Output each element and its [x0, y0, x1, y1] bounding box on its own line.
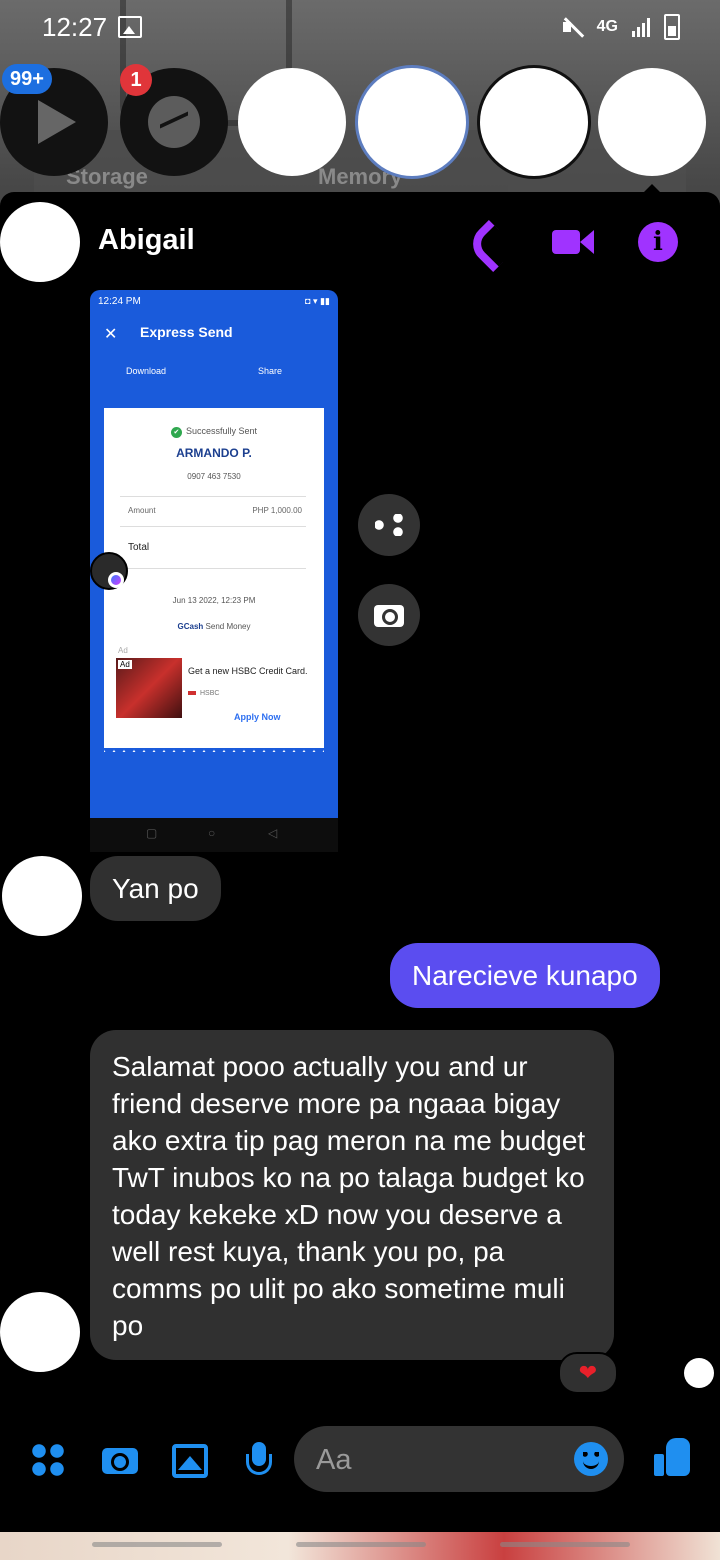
recents-icon: ▢: [146, 826, 158, 840]
chat-head-contact-2[interactable]: [358, 68, 466, 176]
contact-avatar[interactable]: [0, 1292, 80, 1372]
contact-name[interactable]: Abigail: [98, 224, 195, 257]
battery-charging-icon: [664, 14, 680, 40]
message-bubble-incoming[interactable]: Salamat pooo actually you and ur friend …: [90, 1030, 614, 1360]
screenshot-status-time: 12:24 PM: [98, 296, 141, 307]
home-screen-edge: [0, 1532, 720, 1560]
video-camera-icon[interactable]: [552, 222, 594, 262]
contact-avatar[interactable]: [0, 202, 80, 282]
gesture-bar: [92, 1542, 222, 1547]
status-icons: 4G: [561, 14, 680, 40]
recipient-number: 0907 463 7530: [187, 472, 241, 481]
share-icon[interactable]: [358, 494, 420, 556]
screenshot-title: Express Send: [140, 324, 233, 340]
message-bubble-outgoing[interactable]: Narecieve kunapo: [390, 943, 660, 1008]
close-icon: ✕: [104, 326, 118, 343]
back-icon: ◁: [268, 826, 278, 840]
chat-head-contact-abigail[interactable]: [598, 68, 706, 176]
screenshot-status-icons: ◘ ▾ ▮▮: [305, 296, 330, 306]
heart-reaction[interactable]: ❤: [558, 1352, 618, 1394]
unread-badge: 1: [120, 64, 152, 96]
divider: [120, 568, 306, 569]
camera-icon[interactable]: [358, 584, 420, 646]
gallery-notification-icon: [118, 16, 142, 38]
gesture-bar: [500, 1542, 630, 1547]
seen-indicator-avatar: [684, 1358, 714, 1388]
transaction-receipt: Successfully Sent ARMANDO P. 0907 463 75…: [104, 408, 324, 758]
messenger-icon: [148, 96, 200, 148]
ad-tag: Ad: [118, 660, 132, 669]
divider: [120, 526, 306, 527]
ad-label: Ad: [118, 646, 128, 655]
receipt-edge: [104, 748, 324, 758]
message-input[interactable]: [314, 1438, 558, 1482]
message-composer[interactable]: [294, 1426, 624, 1492]
thumbs-up-icon[interactable]: [654, 1438, 694, 1478]
gcash-brand: GCash: [177, 622, 204, 631]
status-bar: 12:27 4G: [0, 0, 720, 56]
messenger-badge-icon: [108, 572, 124, 588]
divider: [120, 496, 306, 497]
transaction-datetime: Jun 13 2022, 12:23 PM: [172, 596, 256, 605]
phone-icon[interactable]: [470, 222, 510, 262]
total-label: Total: [128, 542, 150, 553]
recipient-name: ARMANDO P.: [176, 446, 252, 460]
screenshot-nav-bar: ▢ ○ ◁: [90, 818, 338, 852]
gesture-bar: [296, 1542, 426, 1547]
ad-title: Get a new HSBC Credit Card.: [188, 666, 308, 676]
success-status: Successfully Sent: [104, 426, 324, 438]
chat-head-contact-1[interactable]: [238, 68, 346, 176]
microphone-icon[interactable]: [240, 1440, 280, 1480]
download-label: Download: [126, 366, 167, 376]
service-text: Send Money: [205, 622, 251, 631]
status-time: 12:27: [42, 12, 108, 42]
amount-value: PHP 1,000.00: [252, 506, 302, 515]
mute-icon: [561, 16, 583, 38]
info-icon[interactable]: i: [638, 222, 678, 262]
ad-cta: Apply Now: [234, 712, 281, 722]
ad-brand: HSBC: [200, 690, 220, 697]
play-icon: [38, 100, 76, 144]
home-icon: ○: [208, 826, 216, 840]
signal-icon: [632, 17, 650, 37]
network-type: 4G: [596, 18, 618, 35]
camera-icon[interactable]: [100, 1440, 140, 1480]
contact-avatar[interactable]: [2, 856, 82, 936]
chat-head-contact-3[interactable]: [480, 68, 588, 176]
service-label: GCash Send Money: [104, 622, 324, 631]
menu-grid-icon[interactable]: [30, 1440, 70, 1480]
share-label: Share: [258, 366, 283, 376]
emoji-icon[interactable]: [574, 1442, 608, 1476]
gallery-icon[interactable]: [170, 1440, 210, 1480]
notification-count-badge: 99+: [2, 64, 52, 94]
amount-label: Amount: [128, 506, 156, 515]
message-bubble-incoming[interactable]: Yan po: [90, 856, 221, 921]
